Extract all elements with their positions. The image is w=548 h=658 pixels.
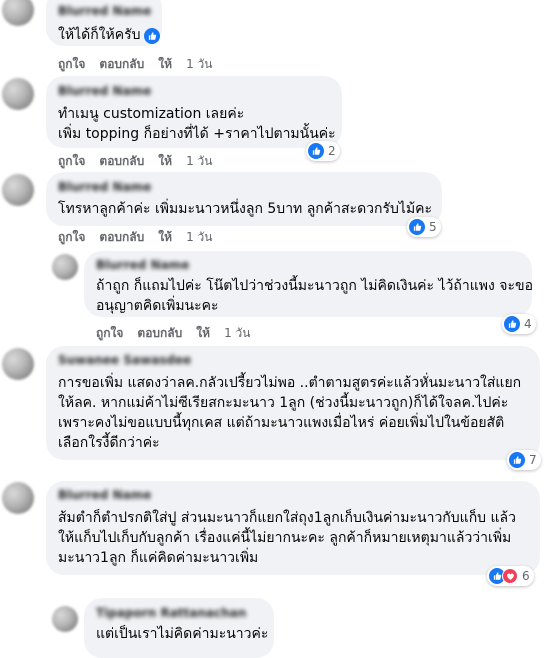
comment-actions: ถูกใจ ตอบกลับ ให้ 1 วัน xyxy=(58,55,226,74)
reaction-count: 2 xyxy=(328,144,336,158)
comment-time[interactable]: 1 วัน xyxy=(186,230,212,244)
thumbs-up-icon xyxy=(504,316,520,332)
reaction-summary[interactable]: 2 xyxy=(306,141,340,161)
reaction-summary[interactable]: 5 xyxy=(407,217,441,237)
reaction-count: 7 xyxy=(529,453,537,467)
reaction-count: 4 xyxy=(524,317,532,331)
thumbs-up-icon xyxy=(509,452,525,468)
avatar[interactable] xyxy=(52,254,78,280)
commenter-name[interactable]: Blurred Name xyxy=(96,258,189,272)
comment-actions: ถูกใจ ตอบกลับ ให้ 1 วัน xyxy=(96,324,264,343)
reply-action[interactable]: ตอบกลับ xyxy=(137,326,182,340)
avatar[interactable] xyxy=(2,174,34,206)
reply-action[interactable]: ตอบกลับ xyxy=(99,154,144,168)
reaction-summary[interactable]: 7 xyxy=(507,450,541,470)
reaction-summary[interactable]: 4 xyxy=(502,314,536,334)
share-action[interactable]: ให้ xyxy=(158,230,172,244)
thumbs-up-icon xyxy=(143,28,160,44)
like-action[interactable]: ถูกใจ xyxy=(58,230,85,244)
comment-text: ส้มตำก็ตำปรกติใส่ปู ส่วนมะนาวก็แยกใส่ถุง… xyxy=(58,510,516,566)
thumbs-up-icon xyxy=(409,219,425,235)
reaction-count: 6 xyxy=(522,569,530,583)
reaction-count: 5 xyxy=(429,220,437,234)
reply-action[interactable]: ตอบกลับ xyxy=(99,57,144,71)
comment-text: ทำเมนู customization เลยค่ะ เพิ่ม toppin… xyxy=(58,106,336,142)
comment-actions: ถูกใจ ตอบกลับ ให้ 1 วัน xyxy=(58,152,226,171)
like-action[interactable]: ถูกใจ xyxy=(96,326,123,340)
comment-text: โทรหาลูกค้าค่ะ เพิ่มมะนาวหนึ่งลูก 5บาท ล… xyxy=(58,201,433,217)
comment-text: ให้ได้ก็ให้ครับ xyxy=(58,25,160,45)
avatar[interactable] xyxy=(2,348,34,380)
thumbs-up-icon xyxy=(308,143,324,159)
reply-action[interactable]: ตอบกลับ xyxy=(99,230,144,244)
avatar[interactable] xyxy=(2,0,34,26)
comment-text: ถ้าถูก ก็แถมไปค่ะ โน๊ตไปว่าช่วงนี้มะนาวถ… xyxy=(96,278,533,314)
commenter-name[interactable]: Blurred Name xyxy=(58,488,151,502)
commenter-name[interactable]: Blurred Name xyxy=(58,4,151,18)
like-action[interactable]: ถูกใจ xyxy=(58,57,85,71)
avatar[interactable] xyxy=(52,606,78,632)
avatar[interactable] xyxy=(2,78,34,110)
comment-time[interactable]: 1 วัน xyxy=(186,154,212,168)
comment-text: การขอเพิ่ม แสดงว่าลค.กลัวเปรี้ยวไม่พอ ..… xyxy=(58,375,522,451)
like-action[interactable]: ถูกใจ xyxy=(58,154,85,168)
avatar[interactable] xyxy=(2,482,34,514)
share-action[interactable]: ให้ xyxy=(158,57,172,71)
commenter-name[interactable]: Blurred Name xyxy=(58,180,151,194)
comment-text: แต่เป็นเราไม่คิดค่ามะนาวค่ะ xyxy=(96,626,269,642)
comment-time[interactable]: 1 วัน xyxy=(224,326,250,340)
share-action[interactable]: ให้ xyxy=(158,154,172,168)
share-action[interactable]: ให้ xyxy=(196,326,210,340)
comment-time[interactable]: 1 วัน xyxy=(186,57,212,71)
comment-actions: ถูกใจ ตอบกลับ ให้ 1 วัน xyxy=(58,228,226,247)
reaction-summary[interactable]: 6 xyxy=(487,566,534,586)
commenter-name[interactable]: Blurred Name xyxy=(58,84,151,98)
commenter-name[interactable]: Suwanee Sawasdee xyxy=(58,353,191,367)
heart-icon xyxy=(502,568,518,584)
commenter-name[interactable]: Tipaporn Rattanachan xyxy=(96,606,246,620)
